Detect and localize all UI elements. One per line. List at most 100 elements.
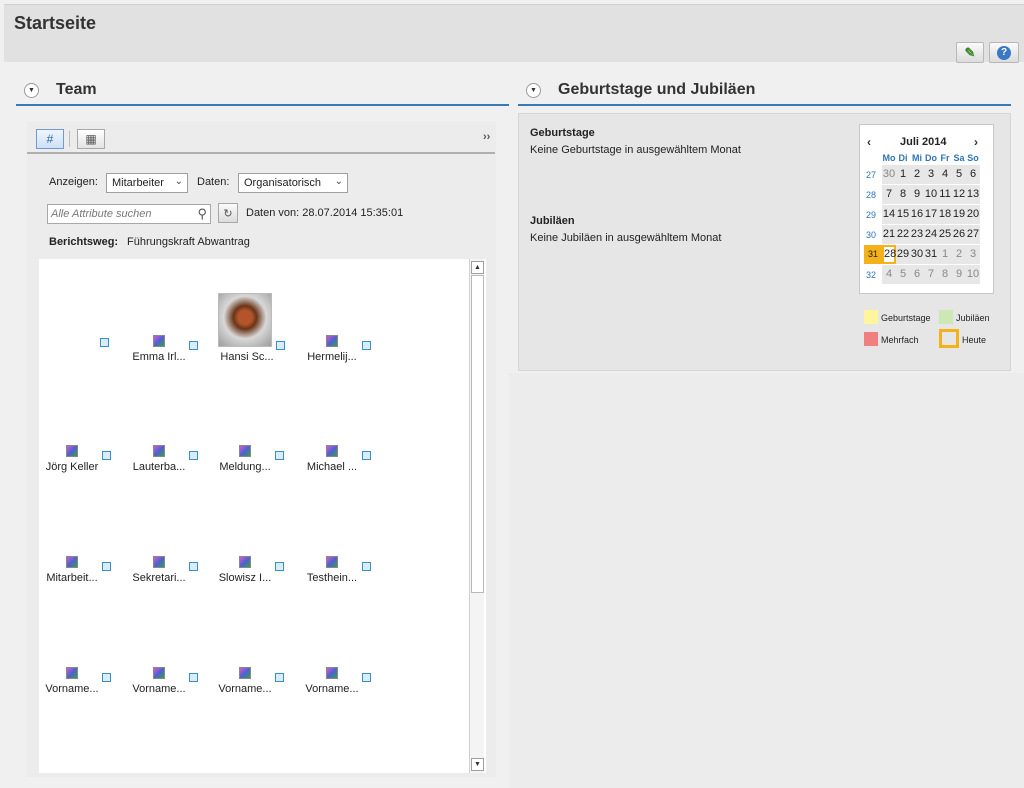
calendar-day[interactable]: 25 [938, 225, 952, 244]
calendar-day[interactable]: 6 [910, 265, 924, 284]
calendar-day[interactable]: 1 [938, 245, 952, 264]
show-select[interactable]: Mitarbeiter ⌄ [106, 173, 188, 193]
expand-more-button[interactable]: ›› [483, 131, 490, 143]
scroll-up-icon[interactable]: ▲ [471, 261, 484, 274]
calendar-day[interactable]: 10 [924, 185, 938, 204]
calendar-day[interactable]: 30 [882, 165, 896, 184]
calendar-day[interactable]: 6 [966, 165, 980, 184]
week-number[interactable]: 29 [863, 210, 879, 220]
calendar-day[interactable]: 3 [924, 165, 938, 184]
details-link-icon[interactable] [275, 673, 284, 682]
calendar-day[interactable]: 19 [952, 205, 966, 224]
calendar-day[interactable]: 1 [896, 165, 910, 184]
week-number[interactable]: 27 [863, 170, 879, 180]
calendar-day[interactable]: 3 [966, 245, 980, 264]
refresh-button[interactable]: ↻ [218, 203, 238, 223]
calendar-day[interactable]: 18 [938, 205, 952, 224]
next-month-button[interactable]: › [974, 135, 978, 149]
member-card[interactable]: Hermelij... [296, 335, 382, 375]
scrollbar-thumb[interactable] [471, 275, 484, 593]
calendar-day[interactable]: 9 [910, 185, 924, 204]
calendar-day[interactable]: 26 [952, 225, 966, 244]
member-card[interactable]: Vorname... [209, 667, 295, 707]
collapse-birthdays-button[interactable]: ▼ [526, 83, 541, 98]
search-icon[interactable]: ⚲ [197, 206, 207, 222]
member-card[interactable]: Emma Irl... [123, 335, 209, 375]
calendar-day[interactable]: 23 [910, 225, 924, 244]
details-link-icon[interactable] [189, 562, 198, 571]
collapse-team-button[interactable]: ▼ [24, 83, 39, 98]
member-photo [153, 335, 165, 347]
details-link-icon[interactable] [275, 451, 284, 460]
calendar-day[interactable]: 27 [966, 225, 980, 244]
calendar-day[interactable]: 16 [910, 205, 924, 224]
details-link-icon[interactable] [189, 451, 198, 460]
org-chart-view-button[interactable]: # [36, 129, 64, 149]
calendar-day[interactable]: 30 [910, 245, 924, 264]
birthdays-panel: Geburtstage Keine Geburtstage in ausgewä… [518, 113, 1011, 371]
week-number[interactable]: 30 [863, 230, 879, 240]
calendar-day[interactable]: 31 [924, 245, 938, 264]
details-link-icon[interactable] [362, 673, 371, 682]
details-link-icon[interactable] [102, 673, 111, 682]
details-link-icon[interactable] [362, 562, 371, 571]
previous-month-button[interactable]: ‹ [867, 135, 871, 149]
calendar-day[interactable]: 5 [952, 165, 966, 184]
member-card[interactable]: Hansi Sc... [200, 293, 286, 375]
calendar-day[interactable]: 20 [966, 205, 980, 224]
member-card[interactable]: Vorname... [36, 667, 122, 707]
calendar-day[interactable]: 29 [896, 245, 910, 264]
calendar-day[interactable]: 8 [896, 185, 910, 204]
calendar-day[interactable]: 4 [882, 265, 896, 284]
details-link-icon[interactable] [276, 341, 285, 350]
week-number[interactable]: 28 [863, 190, 879, 200]
details-link-icon[interactable] [362, 341, 371, 350]
scroll-down-icon[interactable]: ▼ [471, 758, 484, 771]
member-card[interactable]: Testhein... [296, 556, 382, 596]
calendar-day[interactable]: 7 [882, 185, 896, 204]
member-card[interactable]: Vorname... [296, 667, 382, 707]
calendar-day[interactable]: 2 [910, 165, 924, 184]
calendar-day[interactable]: 8 [938, 265, 952, 284]
calendar-day[interactable]: 12 [952, 185, 966, 204]
calendar-day[interactable]: 24 [924, 225, 938, 244]
vertical-scrollbar[interactable]: ▲ ▼ [469, 259, 484, 773]
details-link-icon[interactable] [102, 451, 111, 460]
details-link-icon[interactable] [102, 562, 111, 571]
report-line-value[interactable]: Führungskraft Abwantrag [127, 236, 250, 248]
calendar-day[interactable]: 4 [938, 165, 952, 184]
week-number[interactable]: 32 [863, 270, 879, 280]
calendar-day[interactable]: 9 [952, 265, 966, 284]
details-link-icon[interactable] [275, 562, 284, 571]
member-card[interactable]: Michael ... [296, 445, 382, 485]
member-card[interactable]: Sekretari... [123, 556, 209, 596]
member-card[interactable]: Jörg Keller [36, 445, 122, 485]
calendar-day[interactable]: 15 [896, 205, 910, 224]
details-link-icon[interactable] [100, 338, 109, 347]
calendar-day[interactable]: 11 [938, 185, 952, 204]
member-card[interactable]: Lauterba... [123, 445, 209, 485]
details-link-icon[interactable] [189, 341, 198, 350]
calendar-day[interactable]: 7 [924, 265, 938, 284]
personalize-button[interactable]: ✎ [956, 42, 984, 63]
member-card[interactable]: Mitarbeit... [36, 556, 122, 596]
calendar-day[interactable]: 13 [966, 185, 980, 204]
table-view-button[interactable]: ▦ [77, 129, 105, 149]
calendar-day[interactable]: 17 [924, 205, 938, 224]
calendar-day[interactable]: 21 [882, 225, 896, 244]
search-input[interactable]: Alle Attribute suchen ⚲ [47, 204, 211, 224]
calendar-day[interactable]: 2 [952, 245, 966, 264]
member-card[interactable]: Slowisz I... [209, 556, 295, 596]
calendar-day[interactable]: 22 [896, 225, 910, 244]
calendar-day[interactable]: 14 [882, 205, 896, 224]
member-card[interactable]: Meldung... [209, 445, 295, 485]
calendar-day[interactable]: 28 [882, 245, 896, 264]
data-select[interactable]: Organisatorisch ⌄ [238, 173, 348, 193]
help-button[interactable]: ? [989, 42, 1019, 63]
details-link-icon[interactable] [189, 673, 198, 682]
calendar-day[interactable]: 5 [896, 265, 910, 284]
report-line-label: Berichtsweg: [49, 236, 119, 248]
calendar-day[interactable]: 10 [966, 265, 980, 284]
member-card[interactable]: Vorname... [123, 667, 209, 707]
details-link-icon[interactable] [362, 451, 371, 460]
